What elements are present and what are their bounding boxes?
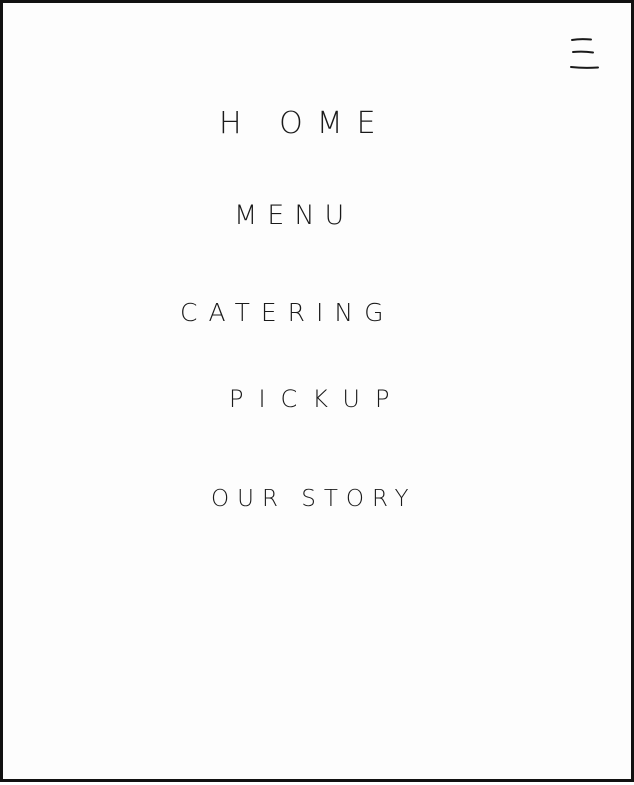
main-nav: H OME MENU CATERING PICKUP OUR STORY — [3, 3, 634, 785]
nav-item-menu[interactable]: MENU — [234, 202, 354, 229]
nav-item-catering[interactable]: CATERING — [180, 300, 395, 325]
nav-item-our-story[interactable]: OUR STORY — [211, 488, 417, 511]
nav-item-home[interactable]: H OME — [219, 109, 390, 139]
sketch-frame: H OME MENU CATERING PICKUP OUR STORY — [0, 0, 634, 782]
nav-item-pickup[interactable]: PICKUP — [229, 387, 404, 411]
